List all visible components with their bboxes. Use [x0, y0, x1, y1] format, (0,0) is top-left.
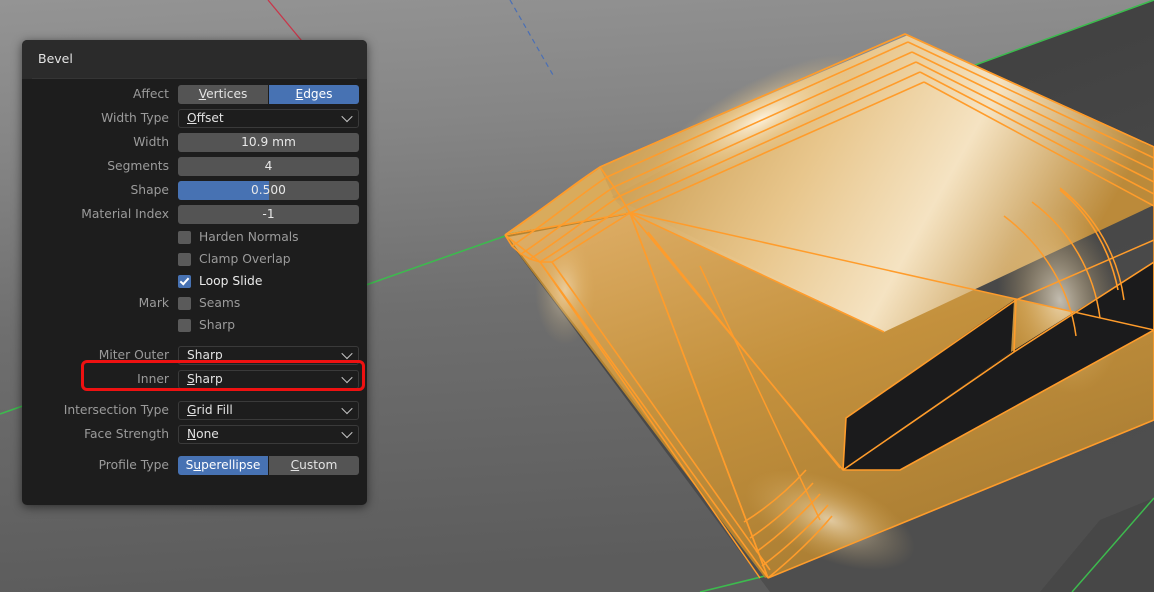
panel-header: Bevel — [22, 40, 367, 79]
row-face-strength: Face Strength None — [30, 422, 359, 446]
row-material-index: Material Index -1 — [30, 202, 359, 226]
face-strength-dropdown[interactable]: None — [178, 424, 359, 444]
row-affect: Affect Vertices Edges — [30, 82, 359, 106]
miter-outer-dropdown[interactable]: Sharp — [178, 345, 359, 365]
screen: Bevel Affect Vertices Edges Width Type O — [0, 0, 1154, 592]
label-affect: Affect — [132, 87, 169, 101]
segments-value: 4 — [264, 159, 273, 173]
chevron-down-icon — [341, 347, 353, 360]
clamp-overlap-checkbox[interactable] — [178, 252, 191, 266]
chevron-down-icon — [341, 371, 353, 384]
profile-type-option-custom[interactable]: Custom — [268, 455, 359, 475]
segments-field[interactable]: 4 — [178, 156, 359, 176]
loop-slide-checkbox[interactable] — [178, 274, 191, 288]
bevel-operator-panel[interactable]: Bevel Affect Vertices Edges Width Type O — [22, 40, 367, 505]
width-field[interactable]: 10.9 mm — [178, 132, 359, 152]
label-material-index: Material Index — [81, 207, 169, 221]
label-shape: Shape — [130, 183, 169, 197]
clamp-overlap-label: Clamp Overlap — [199, 252, 291, 266]
affect-toggle-group[interactable]: Vertices Edges — [178, 84, 359, 104]
affect-option-edges[interactable]: Edges — [268, 84, 359, 104]
label-width: Width — [133, 135, 169, 149]
row-clamp-overlap: Clamp Overlap — [30, 248, 359, 270]
affect-option-vertices[interactable]: Vertices — [178, 84, 268, 104]
miter-inner-dropdown[interactable]: Sharp — [178, 369, 359, 389]
loop-slide-label: Loop Slide — [199, 274, 263, 288]
width-type-value: Offset — [187, 111, 224, 125]
row-mark-sharp: Sharp — [30, 314, 359, 336]
miter-inner-value: Sharp — [187, 372, 223, 386]
label-profile-type: Profile Type — [98, 458, 169, 472]
mark-sharp-checkbox[interactable] — [178, 318, 191, 332]
label-face-strength: Face Strength — [84, 427, 169, 441]
mark-seams-checkbox[interactable] — [178, 296, 191, 310]
row-profile-type: Profile Type Superellipse Custom — [30, 453, 359, 477]
chevron-down-icon — [341, 426, 353, 439]
harden-normals-label: Harden Normals — [199, 230, 299, 244]
row-intersection-type: Intersection Type Grid Fill — [30, 398, 359, 422]
label-segments: Segments — [107, 159, 169, 173]
harden-normals-checkbox[interactable] — [178, 230, 191, 244]
intersection-type-dropdown[interactable]: Grid Fill — [178, 400, 359, 420]
row-miter-inner: Inner Sharp — [30, 367, 359, 391]
panel-title: Bevel — [38, 51, 73, 66]
row-segments: Segments 4 — [30, 154, 359, 178]
row-harden-normals: Harden Normals — [30, 226, 359, 248]
label-width-type: Width Type — [101, 111, 169, 125]
mark-seams-label: Seams — [199, 296, 241, 310]
miter-outer-value: Sharp — [187, 348, 223, 362]
label-miter-inner: Inner — [137, 372, 169, 386]
label-mark: Mark — [138, 296, 169, 310]
profile-type-option-superellipse[interactable]: Superellipse — [178, 455, 268, 475]
material-index-value: -1 — [262, 207, 275, 221]
width-value: 10.9 mm — [241, 135, 296, 149]
material-index-field[interactable]: -1 — [178, 204, 359, 224]
mark-sharp-label: Sharp — [199, 318, 235, 332]
profile-superellipse-label: Superellipse — [185, 458, 261, 472]
row-width-type: Width Type Offset — [30, 106, 359, 130]
row-miter-outer: Miter Outer Sharp — [30, 343, 359, 367]
row-loop-slide: Loop Slide — [30, 270, 359, 292]
width-type-dropdown[interactable]: Offset — [178, 108, 359, 128]
profile-type-toggle-group[interactable]: Superellipse Custom — [178, 455, 359, 475]
panel-body: Affect Vertices Edges Width Type Offset — [22, 79, 367, 477]
intersection-type-value: Grid Fill — [187, 403, 233, 417]
face-strength-value: None — [187, 427, 219, 441]
shape-slider[interactable]: 0.500 — [178, 180, 359, 200]
affect-vertices-label: Vertices — [198, 87, 248, 101]
row-width: Width 10.9 mm — [30, 130, 359, 154]
profile-custom-label: Custom — [290, 458, 338, 472]
row-shape: Shape 0.500 — [30, 178, 359, 202]
label-miter-outer: Miter Outer — [98, 348, 169, 362]
chevron-down-icon — [341, 402, 353, 415]
affect-edges-label: Edges — [295, 87, 333, 101]
shape-value: 0.500 — [251, 183, 286, 197]
label-intersection-type: Intersection Type — [63, 403, 169, 417]
row-mark-seams: Mark Seams — [30, 292, 359, 314]
chevron-down-icon — [341, 110, 353, 123]
